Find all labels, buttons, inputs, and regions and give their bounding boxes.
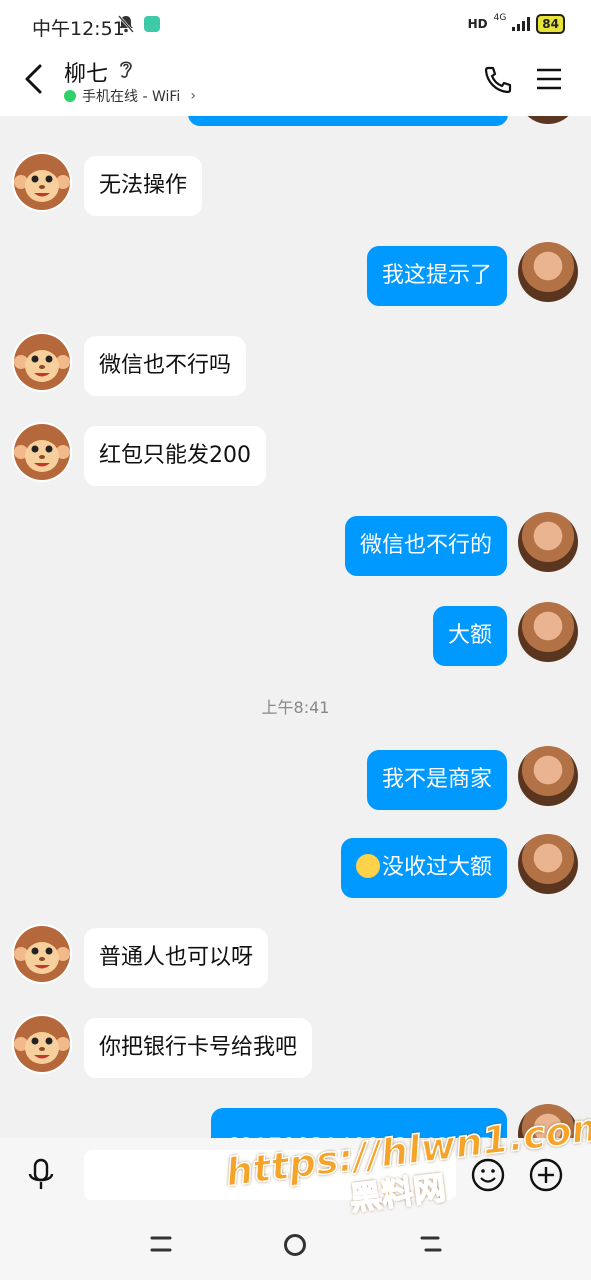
- microphone-icon[interactable]: [26, 1158, 56, 1192]
- message-text: 没收过大额: [381, 855, 492, 880]
- self-avatar[interactable]: [518, 834, 578, 894]
- contact-avatar[interactable]: [12, 332, 72, 392]
- self-avatar[interactable]: [518, 746, 578, 806]
- message-bubble-outgoing[interactable]: 我这提示了: [366, 246, 507, 306]
- self-avatar[interactable]: [518, 116, 578, 124]
- message-bubble-incoming[interactable]: 你把银行卡号给我吧: [84, 1018, 313, 1078]
- monkey-avatar-icon: [14, 154, 70, 210]
- online-status[interactable]: 手机在线 - WiFi ›: [64, 86, 196, 106]
- message-bubble-outgoing[interactable]: 我不是商家: [366, 750, 507, 810]
- network-type: 4G: [493, 13, 507, 23]
- message-bubble-outgoing[interactable]: 大额: [432, 606, 507, 666]
- home-icon[interactable]: [284, 1234, 306, 1256]
- contact-avatar[interactable]: [12, 422, 72, 482]
- message-input[interactable]: [84, 1150, 456, 1200]
- message-bubble-incoming[interactable]: 无法操作: [84, 156, 203, 216]
- system-nav-bar: [0, 1210, 591, 1280]
- message-bubble-outgoing[interactable]: 没收过大额: [340, 838, 507, 898]
- emoji-icon[interactable]: [470, 1157, 506, 1193]
- wechat-notification-icon: [144, 16, 160, 32]
- message-bubble-incoming[interactable]: 微信也不行吗: [84, 336, 247, 396]
- hd-indicator: HD: [467, 17, 488, 31]
- phone-call-icon[interactable]: [482, 64, 514, 96]
- self-avatar[interactable]: [518, 1104, 578, 1138]
- message-bubble-outgoing[interactable]: 6217003140013042465: [211, 1108, 507, 1138]
- self-avatar[interactable]: [518, 512, 578, 572]
- contact-avatar[interactable]: [12, 1014, 72, 1074]
- plus-icon[interactable]: [528, 1157, 564, 1193]
- status-time: 中午12:51: [32, 18, 125, 40]
- chevron-right-icon: ›: [190, 88, 196, 104]
- menu-icon[interactable]: [536, 66, 562, 92]
- message-bubble-outgoing[interactable]: 微信也不行的: [344, 516, 507, 576]
- online-dot-icon: [64, 90, 76, 102]
- status-icons: HD 4G 84: [467, 13, 565, 34]
- message-bubble-partial[interactable]: [188, 116, 508, 126]
- message-bubble-incoming[interactable]: 红包只能发200: [84, 426, 266, 486]
- relieved-face-icon: [355, 854, 380, 878]
- status-bar: 中午12:51 HD 4G 84: [0, 0, 591, 50]
- input-bar: [0, 1138, 591, 1210]
- bell-muted-icon: [118, 15, 134, 33]
- message-bubble-incoming[interactable]: 普通人也可以呀: [84, 928, 269, 988]
- recent-apps-icon[interactable]: [148, 1234, 174, 1254]
- nav-back-icon[interactable]: [418, 1234, 444, 1254]
- monkey-avatar-icon: [14, 424, 70, 480]
- back-arrow-icon[interactable]: [20, 62, 48, 96]
- monkey-avatar-icon: [14, 1016, 70, 1072]
- contact-avatar[interactable]: [12, 924, 72, 984]
- self-avatar[interactable]: [518, 242, 578, 302]
- earpiece-mode-icon: [120, 61, 132, 78]
- battery-level: 84: [536, 14, 565, 34]
- chat-header: 柳七 手机在线 - WiFi ›: [0, 50, 591, 116]
- contact-name[interactable]: 柳七: [64, 56, 108, 88]
- monkey-avatar-icon: [14, 334, 70, 390]
- message-list[interactable]: 无法操作 我这提示了 微信也不行吗 红包只能发200 微信也不行的 大额 上午8…: [0, 116, 591, 1138]
- self-avatar[interactable]: [518, 602, 578, 662]
- online-status-text: 手机在线 - WiFi: [82, 89, 181, 105]
- monkey-avatar-icon: [14, 926, 70, 982]
- message-timestamp: 上午8:41: [261, 698, 330, 717]
- signal-icon: [512, 17, 531, 31]
- contact-avatar[interactable]: [12, 152, 72, 212]
